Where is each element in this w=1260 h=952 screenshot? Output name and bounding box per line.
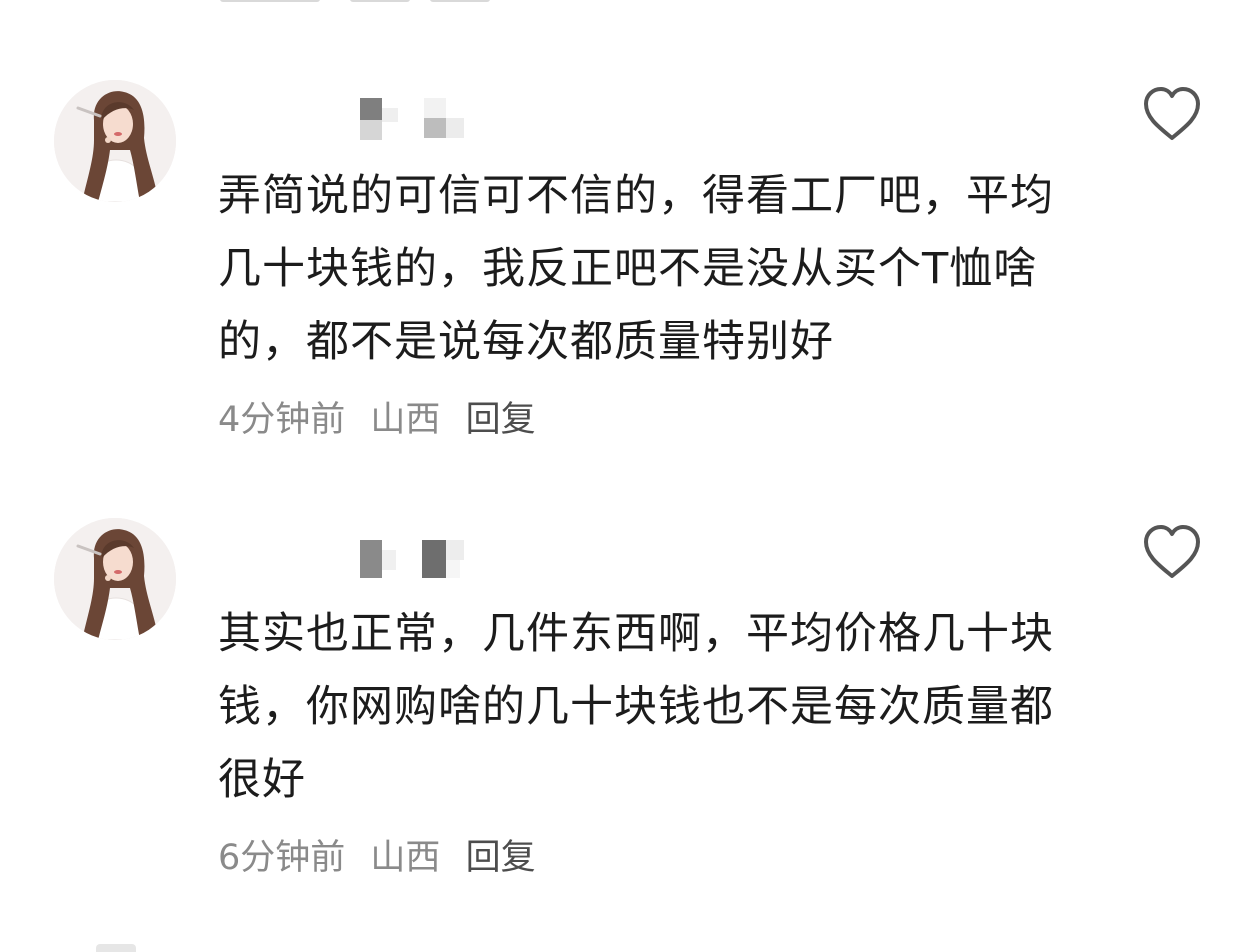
username-mosaic[interactable] — [360, 98, 470, 140]
comment-text: 其实也正常，几件东西啊，平均价格几十块钱，你网购啥的几十块钱也不是每次质量都很好 — [218, 609, 1054, 805]
username-mosaic[interactable] — [360, 536, 470, 578]
avatar[interactable] — [54, 518, 176, 640]
next-comment-avatar-remnant — [96, 944, 136, 952]
comment-location: 山西 — [370, 400, 441, 440]
reply-button[interactable]: 回复 — [466, 400, 536, 440]
heart-outline-icon — [1144, 525, 1200, 578]
comment-text: 弄简说的可信可不信的，得看工厂吧，平均几十块钱的，我反正吧不是没从买个T恤啥的，… — [218, 171, 1054, 367]
heart-outline-icon — [1144, 87, 1200, 140]
avatar[interactable] — [54, 80, 176, 202]
like-button[interactable] — [1140, 84, 1204, 144]
comment-meta: 6分钟前 山西 回复 — [218, 836, 536, 880]
comment-location: 山西 — [370, 838, 441, 878]
previous-comment-meta-remnant — [220, 0, 500, 4]
comment-meta: 4分钟前 山西 回复 — [218, 398, 536, 442]
reply-button[interactable]: 回复 — [466, 838, 536, 878]
comment-time: 4分钟前 — [218, 400, 346, 440]
comment-time: 6分钟前 — [218, 838, 346, 878]
like-button[interactable] — [1140, 522, 1204, 582]
